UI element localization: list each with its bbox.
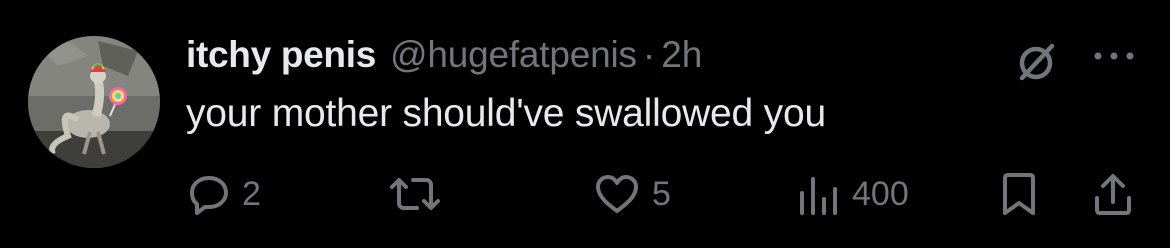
post-header: itchy penis @hugefatpenis · 2h [186, 34, 702, 80]
post-text: your mother should've swallowed you [186, 92, 826, 135]
post-timestamp[interactable]: 2h [661, 34, 702, 76]
heart-icon [592, 171, 642, 217]
display-name[interactable]: itchy penis [186, 34, 376, 76]
bookmark-icon [996, 170, 1042, 218]
more-options-button[interactable] [1090, 44, 1140, 68]
user-handle[interactable]: @hugefatpenis [390, 34, 637, 76]
reply-icon [186, 171, 232, 217]
grok-icon [1019, 43, 1055, 81]
avatar-image [28, 36, 160, 168]
grok-button[interactable] [1008, 36, 1064, 86]
like-button[interactable]: 5 [592, 168, 671, 220]
reply-button[interactable]: 2 [186, 168, 261, 220]
more-icon [1094, 52, 1134, 60]
reply-count: 2 [242, 174, 261, 213]
post[interactable]: itchy penis @hugefatpenis · 2h your moth… [0, 0, 1170, 248]
share-icon [1090, 170, 1136, 218]
views-count: 400 [852, 174, 909, 213]
avatar[interactable] [28, 36, 160, 168]
repost-button[interactable] [386, 168, 454, 220]
separator-dot: · [642, 34, 656, 75]
like-count: 5 [652, 174, 671, 213]
bookmark-button[interactable] [996, 168, 1042, 220]
views-icon [796, 171, 842, 217]
repost-icon [386, 171, 444, 217]
views-button[interactable]: 400 [796, 168, 909, 220]
share-button[interactable] [1090, 168, 1136, 220]
